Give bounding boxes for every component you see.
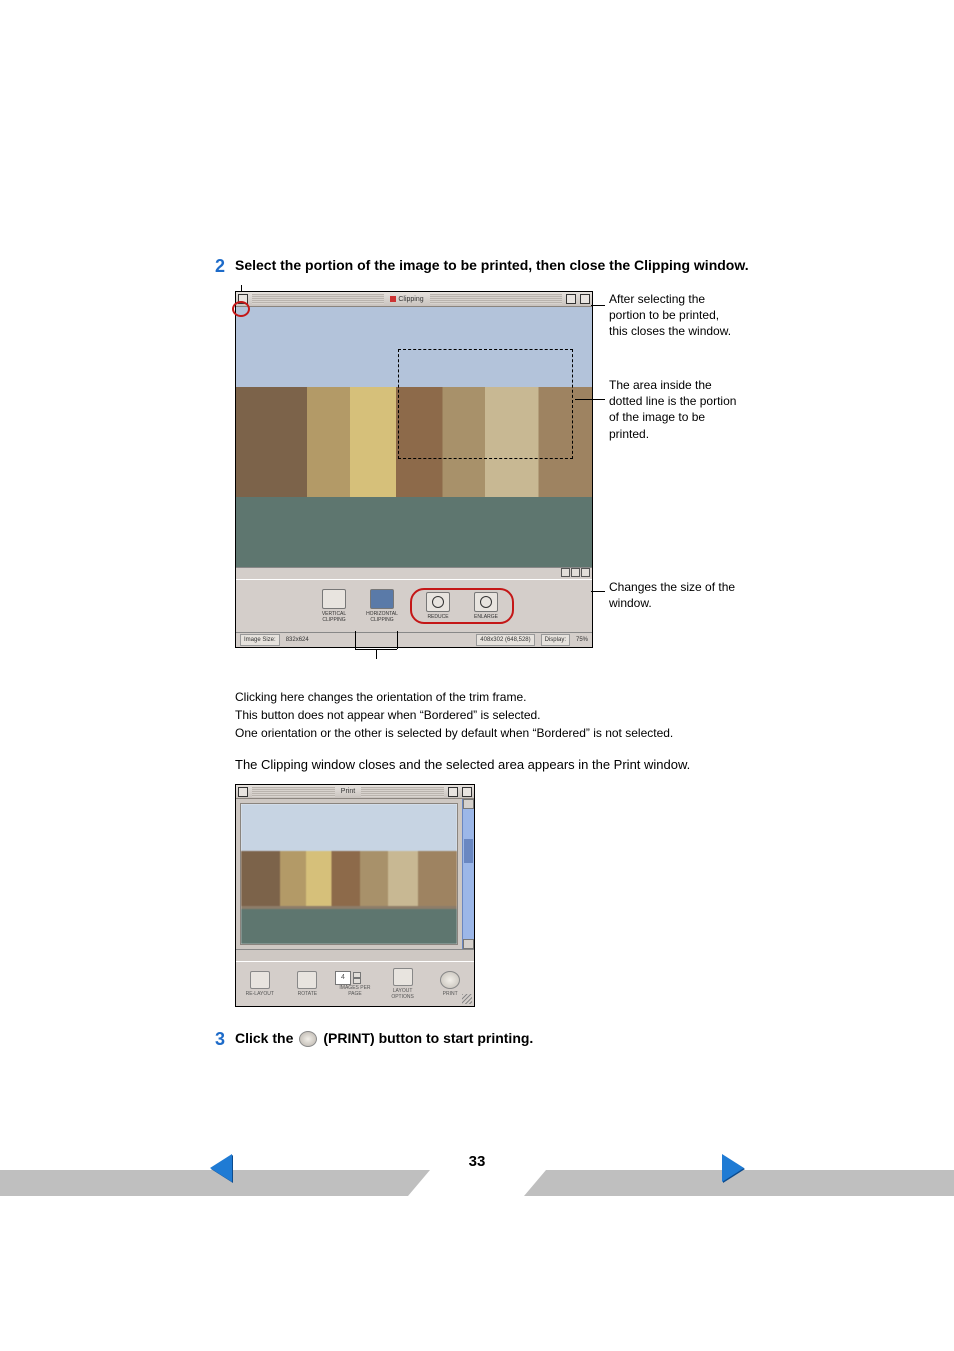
horizontal-clipping-icon (370, 589, 394, 609)
zoom-group-highlight: REDUCE ENLARGE (410, 588, 514, 624)
relayout-icon (250, 971, 270, 989)
images-per-page-control[interactable]: 4 IMAGES PER PAGE (335, 971, 375, 997)
callout-selection-area: The area inside the dotted line is the p… (609, 377, 739, 442)
horizontal-clipping-label: HORIZONTAL CLIPPING (362, 611, 402, 623)
page-number: 33 (0, 1153, 954, 1170)
zoom-in-icon (474, 592, 498, 612)
step3-number: 3 (195, 1029, 235, 1050)
caption-line-3: One orientation or the other is selected… (235, 724, 755, 742)
window-collapse-box[interactable] (580, 294, 590, 304)
window-zoom-box[interactable] (566, 294, 576, 304)
layout-options-icon (393, 968, 413, 986)
layout-options-button[interactable]: LAYOUT OPTIONS (383, 968, 423, 1000)
status-display-label: Display: (541, 634, 570, 646)
titlebar-stripes (252, 787, 335, 797)
relayout-button[interactable]: RE-LAYOUT (240, 971, 280, 997)
status-image-size-label: Image Size: (240, 634, 280, 646)
scroll-down-icon[interactable] (463, 939, 474, 949)
callout-lead (376, 649, 377, 659)
print-toolbar: RE-LAYOUT ROTATE 4 IMAGES PER PAGE (236, 961, 474, 1006)
stepper-down-icon[interactable] (353, 978, 361, 984)
step3-prefix: Click the (235, 1029, 293, 1049)
enlarge-label: ENLARGE (466, 614, 506, 620)
close-box-highlight-icon (232, 301, 250, 317)
page-footer: 33 (0, 1151, 954, 1196)
print-icon (299, 1031, 317, 1047)
prev-page-button[interactable] (210, 1154, 232, 1182)
next-page-button[interactable] (722, 1154, 744, 1182)
vertical-clipping-button[interactable]: VERTICAL CLIPPING (314, 589, 354, 623)
horizontal-clipping-button[interactable]: HORIZONTAL CLIPPING (362, 589, 402, 623)
callout-close: After selecting the portion to be printe… (609, 291, 739, 340)
scroll-up-icon[interactable] (463, 799, 474, 809)
window-close-box[interactable] (238, 787, 248, 797)
status-crop-value: 408x302 (648,528) (476, 634, 534, 646)
reduce-button[interactable]: REDUCE (418, 592, 458, 620)
callout-lead (355, 631, 356, 649)
print-window-title: Print (337, 788, 359, 795)
vertical-clipping-icon (322, 589, 346, 609)
relayout-label: RE-LAYOUT (240, 991, 280, 997)
selection-rectangle[interactable] (398, 349, 573, 459)
enlarge-button[interactable]: ENLARGE (466, 592, 506, 620)
callout-lead (591, 305, 605, 306)
window-zoom-box[interactable] (448, 787, 458, 797)
clipping-window-title: Clipping (386, 296, 427, 303)
step2-number: 2 (195, 256, 235, 277)
images-per-page-label: IMAGES PER PAGE (335, 985, 375, 997)
caption-line-2: This button does not appear when “Border… (235, 706, 755, 724)
callout-lead (575, 399, 605, 400)
clipping-titlebar: Clipping (236, 292, 592, 307)
vertical-clipping-label: VERTICAL CLIPPING (314, 611, 354, 623)
titlebar-stripes (361, 787, 444, 797)
clipping-image-area[interactable] (236, 307, 592, 567)
print-icon (440, 971, 460, 989)
images-per-page-value[interactable]: 4 (335, 971, 351, 985)
rotate-button[interactable]: ROTATE (287, 971, 327, 997)
reduce-label: REDUCE (418, 614, 458, 620)
clipping-window: Clipping VERTICAL CLIPPING (235, 291, 593, 648)
clipping-toolbar: VERTICAL CLIPPING HORIZONTAL CLIPPING RE… (236, 579, 592, 632)
callout-lead (591, 591, 605, 592)
horizontal-scrollbar[interactable] (236, 949, 474, 961)
step2-title: Select the portion of the image to be pr… (235, 256, 749, 276)
print-titlebar: Print (236, 785, 474, 799)
window-collapse-box[interactable] (462, 787, 472, 797)
step3-suffix: (PRINT) button to start printing. (323, 1029, 533, 1049)
rotate-icon (297, 971, 317, 989)
status-image-size-value: 832x624 (286, 637, 309, 643)
zoom-out-icon (426, 592, 450, 612)
scroll-thumb[interactable] (464, 839, 473, 863)
horizontal-scrollbar[interactable] (236, 567, 592, 579)
titlebar-stripes (252, 294, 384, 304)
callout-lead (397, 631, 398, 649)
print-preview-area (240, 803, 458, 945)
titlebar-stripes (430, 294, 562, 304)
clipping-caption: Clicking here changes the orientation of… (235, 688, 755, 742)
rotate-label: ROTATE (287, 991, 327, 997)
callout-resize: Changes the size of the window. (609, 579, 739, 611)
step3-title: Click the (PRINT) button to start printi… (235, 1029, 533, 1049)
vertical-scrollbar[interactable] (462, 799, 474, 949)
status-display-value: 75% (576, 637, 588, 643)
layout-options-label: LAYOUT OPTIONS (383, 988, 423, 1000)
clipping-status-bar: Image Size: 832x624 408x302 (648,528) Di… (236, 632, 592, 647)
print-window: Print RE-LAYOUT (235, 784, 475, 1007)
caption-line-1: Clicking here changes the orientation of… (235, 688, 755, 706)
after-clipping-text: The Clipping window closes and the selec… (235, 756, 755, 774)
resize-handle-icon[interactable] (462, 994, 472, 1004)
